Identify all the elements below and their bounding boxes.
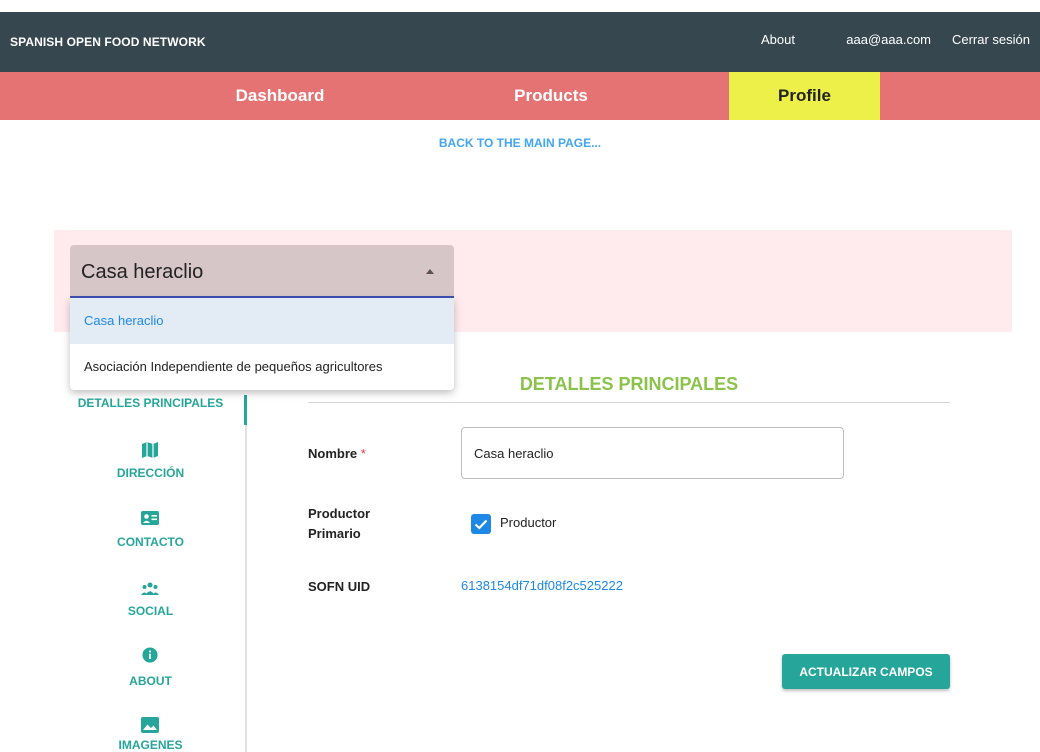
main-nav: Dashboard Products Profile: [0, 72, 1040, 120]
productor-primario-label: Productor Primario: [308, 504, 370, 544]
sidebar-item-detalles-principales[interactable]: DETALLES PRINCIPALES: [54, 395, 247, 425]
nombre-label-text: Nombre: [308, 446, 358, 461]
top-header-bar: SPANISH OPEN FOOD NETWORK About aaa@aaa.…: [0, 12, 1040, 72]
tab-dashboard[interactable]: Dashboard: [180, 72, 380, 120]
info-icon: [142, 647, 158, 663]
productor-label-line2: Primario: [308, 526, 361, 541]
nombre-field-value: Casa heraclio: [474, 446, 554, 461]
sidebar-item-label: IMAGENES: [118, 738, 183, 752]
sidebar-item-label: CONTACTO: [117, 535, 184, 549]
logout-link[interactable]: Cerrar sesión: [952, 32, 1030, 47]
productor-checkbox-label[interactable]: Productor: [500, 515, 556, 530]
about-link[interactable]: About: [761, 32, 795, 47]
sidebar-item-label: SOCIAL: [127, 604, 174, 618]
tab-profile[interactable]: Profile: [729, 72, 880, 120]
enterprise-dropdown-menu: Casa heraclio Asociación Independiente d…: [70, 298, 454, 390]
actualizar-campos-button[interactable]: ACTUALIZAR CAMPOS: [782, 654, 950, 689]
back-to-main-link[interactable]: BACK TO THE MAIN PAGE...: [0, 136, 1040, 150]
image-icon: [141, 717, 159, 733]
contact-card-icon: [141, 511, 159, 525]
productor-checkbox[interactable]: [471, 514, 491, 534]
section-divider: [308, 402, 950, 403]
profile-sidebar: DETALLES PRINCIPALES DIRECCIÓN CONTACTO …: [54, 395, 247, 752]
people-icon: [141, 582, 159, 595]
map-icon: [142, 442, 158, 458]
dropdown-option-asociacion[interactable]: Asociación Independiente de pequeños agr…: [70, 344, 454, 390]
sofn-uid-value: 6138154df71df08f2c525222: [461, 578, 623, 593]
productor-label-line1: Productor: [308, 506, 371, 521]
sofn-uid-label: SOFN UID: [308, 579, 371, 594]
nombre-label: Nombre *: [308, 444, 366, 464]
sidebar-item-label: DIRECCIÓN: [116, 466, 185, 480]
chevron-up-icon: [426, 269, 434, 274]
enterprise-select-value: Casa heraclio: [81, 261, 204, 283]
brand-title[interactable]: SPANISH OPEN FOOD NETWORK: [10, 35, 206, 49]
user-email-link[interactable]: aaa@aaa.com: [846, 32, 931, 47]
dropdown-option-casa-heraclio[interactable]: Casa heraclio: [70, 298, 454, 344]
sidebar-item-label: DETALLES PRINCIPALES: [77, 396, 224, 410]
tab-products[interactable]: Products: [451, 72, 651, 120]
nombre-field[interactable]: Casa heraclio: [461, 427, 844, 479]
check-icon: [474, 519, 488, 530]
sidebar-item-label: ABOUT: [129, 674, 172, 688]
enterprise-select[interactable]: Casa heraclio: [70, 245, 454, 298]
required-mark: *: [360, 446, 366, 461]
